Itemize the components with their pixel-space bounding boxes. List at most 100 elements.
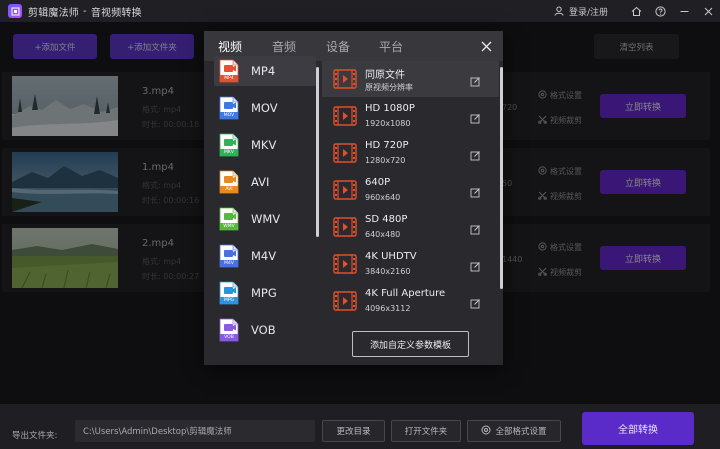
- output-path-field[interactable]: C:\Users\Admin\Desktop\剪辑魔法师: [75, 420, 315, 442]
- format-dialog: 视频 音频 设备 平台 MP4 MP4 MOV MOV MKV MKV AVI AVI WMV W…: [204, 31, 503, 365]
- film-icon: [333, 106, 357, 126]
- dialog-close-icon[interactable]: [479, 39, 493, 53]
- title-bar-controls: 登录/注册: [553, 0, 714, 22]
- edit-icon[interactable]: [470, 257, 482, 272]
- format-tag: MKV: [224, 150, 234, 155]
- preset-item[interactable]: 同原文件原视频分辨率: [322, 61, 499, 97]
- format-tag: WMV: [223, 224, 235, 229]
- format-label: MOV: [251, 101, 278, 115]
- tab-video[interactable]: 视频: [218, 38, 242, 55]
- add-custom-template-button[interactable]: 添加自定义参数模板: [352, 331, 469, 357]
- help-icon[interactable]: [654, 5, 666, 17]
- app-logo-icon: [8, 4, 22, 18]
- preset-item[interactable]: HD 720P 1280x720: [322, 135, 499, 171]
- edit-icon[interactable]: [470, 109, 482, 124]
- close-icon[interactable]: [702, 5, 714, 17]
- preset-item[interactable]: HD 1080P 1920x1080: [322, 98, 499, 134]
- preset-resolution: 1920x1080: [365, 119, 411, 128]
- edit-icon[interactable]: [470, 146, 482, 161]
- format-item-mpg[interactable]: MPG MPG: [214, 278, 316, 308]
- format-item-m4v[interactable]: M4V M4V: [214, 241, 316, 271]
- film-icon: [333, 291, 357, 311]
- preset-resolution: 640x480: [365, 230, 401, 239]
- preset-name: 4K UHDTV: [365, 251, 417, 262]
- format-label: M4V: [251, 249, 277, 263]
- tab-platform[interactable]: 平台: [379, 38, 403, 55]
- film-icon: [333, 143, 357, 163]
- format-item-vob[interactable]: VOB VOB: [214, 315, 316, 345]
- film-icon: [333, 180, 357, 200]
- format-tag: MP4: [224, 76, 234, 81]
- format-label: MP4: [251, 64, 276, 78]
- preset-name: 同原文件: [365, 70, 405, 81]
- format-list: MP4 MP4 MOV MOV MKV MKV AVI AVI WMV WMV M4V M4V MPG M…: [204, 56, 319, 365]
- app-window: 剪辑魔法师 - 音视频转换 登录/注册 +添加文件 +添加文件夹 清空列表 3.…: [0, 0, 720, 449]
- film-icon: [333, 69, 357, 89]
- preset-resolution: 960x640: [365, 193, 401, 202]
- preset-resolution: 3840x2160: [365, 267, 411, 276]
- all-format-settings-label: 全部格式设置: [495, 427, 547, 437]
- preset-item[interactable]: 4K UHDTV 3840x2160: [322, 246, 499, 282]
- home-icon[interactable]: [630, 5, 642, 17]
- format-item-mov[interactable]: MOV MOV: [214, 93, 316, 123]
- format-label: MKV: [251, 138, 277, 152]
- change-directory-button[interactable]: 更改目录: [322, 420, 385, 442]
- gear-icon: [481, 425, 491, 438]
- preset-name: 640P: [365, 177, 391, 188]
- preset-item[interactable]: 640P 960x640: [322, 172, 499, 208]
- tab-device[interactable]: 设备: [326, 38, 350, 55]
- login-link[interactable]: 登录/注册: [553, 5, 608, 18]
- format-list-scrollbar[interactable]: [316, 67, 319, 237]
- edit-icon[interactable]: [470, 183, 482, 198]
- login-label: 登录/注册: [568, 7, 608, 18]
- preset-resolution: 4096x3112: [365, 304, 411, 313]
- preset-list: 同原文件原视频分辨率 HD 1080P 1920x1080 HD 720P 1280x7…: [322, 61, 499, 365]
- all-format-settings-button[interactable]: 全部格式设置: [467, 420, 561, 442]
- edit-icon[interactable]: [470, 72, 482, 87]
- film-icon: [333, 254, 357, 274]
- minimize-icon[interactable]: [678, 5, 690, 17]
- preset-list-scrollbar[interactable]: [500, 67, 503, 289]
- format-label: VOB: [251, 323, 276, 337]
- section-title: 音视频转换: [90, 7, 142, 19]
- format-tag: AVI: [225, 187, 233, 192]
- title-bar: 剪辑魔法师 - 音视频转换 登录/注册: [0, 0, 720, 22]
- output-folder-label: 导出文件夹:: [12, 431, 58, 441]
- format-item-mp4[interactable]: MP4 MP4: [214, 56, 316, 86]
- open-folder-button[interactable]: 打开文件夹: [391, 420, 461, 442]
- format-item-mkv[interactable]: MKV MKV: [214, 130, 316, 160]
- format-tag: MOV: [223, 113, 235, 118]
- format-file-icon: VOB: [219, 318, 239, 342]
- format-tag: VOB: [224, 335, 234, 340]
- tab-audio[interactable]: 音频: [272, 38, 296, 55]
- bottom-bar: 导出文件夹: C:\Users\Admin\Desktop\剪辑魔法师 更改目录…: [0, 404, 720, 449]
- title-separator: -: [83, 5, 87, 17]
- preset-name: HD 1080P: [365, 103, 415, 114]
- preset-name: HD 720P: [365, 140, 409, 151]
- format-file-icon: MKV: [219, 133, 239, 157]
- format-file-icon: M4V: [219, 244, 239, 268]
- format-tag: M4V: [224, 261, 234, 266]
- format-label: AVI: [251, 175, 270, 189]
- user-icon: [553, 5, 565, 17]
- preset-resolution: 原视频分辨率: [365, 83, 413, 92]
- format-tag: MPG: [223, 298, 235, 303]
- preset-item[interactable]: 4K Full Aperture 4096x3112: [322, 283, 499, 319]
- format-item-avi[interactable]: AVI AVI: [214, 167, 316, 197]
- preset-item[interactable]: SD 480P 640x480: [322, 209, 499, 245]
- format-file-icon: AVI: [219, 170, 239, 194]
- convert-all-button[interactable]: 全部转换: [582, 412, 694, 445]
- format-file-icon: MP4: [219, 59, 239, 83]
- edit-icon[interactable]: [470, 294, 482, 309]
- film-icon: [333, 217, 357, 237]
- format-item-wmv[interactable]: WMV WMV: [214, 204, 316, 234]
- preset-name: 4K Full Aperture: [365, 288, 446, 299]
- format-file-icon: MPG: [219, 281, 239, 305]
- format-file-icon: MOV: [219, 96, 239, 120]
- preset-name: SD 480P: [365, 214, 408, 225]
- edit-icon[interactable]: [470, 220, 482, 235]
- format-label: MPG: [251, 286, 277, 300]
- preset-resolution: 1280x720: [365, 156, 406, 165]
- format-file-icon: WMV: [219, 207, 239, 231]
- format-label: WMV: [251, 212, 281, 226]
